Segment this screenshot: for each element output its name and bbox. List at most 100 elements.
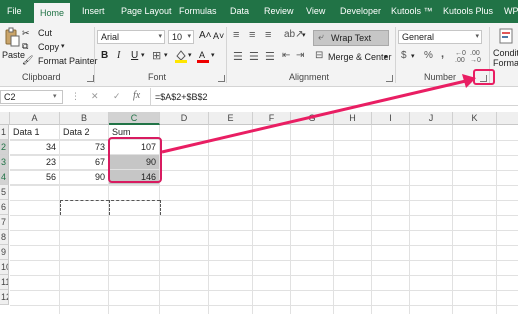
- name-box[interactable]: C2 ▾: [0, 90, 63, 104]
- font-launcher-icon[interactable]: [218, 75, 225, 82]
- orientation-icon[interactable]: ab↗: [284, 29, 304, 40]
- cell-a2[interactable]: 34: [10, 140, 60, 155]
- fill-color-icon[interactable]: [175, 49, 187, 63]
- row-header-5[interactable]: 5: [0, 185, 9, 200]
- align-left-icon[interactable]: ☰: [233, 50, 243, 63]
- row-header-1[interactable]: 1: [0, 125, 9, 140]
- cell-a3[interactable]: 23: [10, 155, 60, 170]
- currency-button[interactable]: $: [401, 50, 407, 61]
- tab-home[interactable]: Home: [34, 3, 71, 23]
- align-right-icon[interactable]: ☰: [265, 50, 275, 63]
- conditional-formatting-icon[interactable]: [499, 28, 513, 44]
- increase-indent-icon[interactable]: ⇥: [296, 50, 304, 61]
- alignment-launcher-icon[interactable]: [386, 75, 393, 82]
- paste-icon[interactable]: [4, 27, 20, 47]
- number-format-select[interactable]: General ▾: [398, 30, 482, 44]
- underline-button[interactable]: U: [131, 50, 138, 61]
- decrease-font-icon[interactable]: A˅: [213, 31, 224, 41]
- tab-page-layout[interactable]: Page Layout: [121, 0, 172, 23]
- column-header-i[interactable]: I: [372, 112, 410, 125]
- row-header-3[interactable]: 3: [0, 155, 9, 170]
- underline-dropdown-icon[interactable]: ▾: [141, 51, 145, 59]
- fill-dropdown-icon[interactable]: ▾: [188, 51, 192, 59]
- column-header-e[interactable]: E: [209, 112, 253, 125]
- row-header-11[interactable]: 11: [0, 275, 9, 290]
- row-header-12[interactable]: 12: [0, 290, 9, 305]
- increase-decimal-icon[interactable]: ←0.00: [455, 50, 466, 64]
- tab-data[interactable]: Data: [230, 0, 249, 23]
- tab-insert[interactable]: Insert: [82, 0, 105, 23]
- font-color-dropdown-icon[interactable]: ▾: [211, 51, 215, 59]
- percent-button[interactable]: %: [424, 50, 433, 61]
- conditional-formatting-button[interactable]: Conditi: [493, 48, 518, 58]
- column-header-g[interactable]: G: [291, 112, 334, 125]
- font-size-select[interactable]: 10 ▾: [168, 30, 194, 44]
- font-color-icon[interactable]: A: [197, 49, 209, 63]
- clipboard-launcher-icon[interactable]: [87, 75, 94, 82]
- select-all-corner[interactable]: [0, 112, 10, 125]
- page-break-line: [109, 200, 110, 215]
- bold-button[interactable]: B: [101, 50, 108, 61]
- cell-b4[interactable]: 90: [60, 170, 109, 185]
- column-header-h[interactable]: H: [334, 112, 372, 125]
- align-top-icon[interactable]: ≡: [233, 29, 239, 41]
- column-header-b[interactable]: B: [60, 112, 109, 125]
- cell-a4[interactable]: 56: [10, 170, 60, 185]
- cell-b1[interactable]: Data 2: [60, 125, 109, 140]
- column-header-c[interactable]: C: [109, 112, 160, 125]
- wrap-text-label: Wrap Text: [331, 33, 372, 43]
- tab-developer[interactable]: Developer: [340, 0, 381, 23]
- column-header-l[interactable]: [497, 112, 518, 125]
- font-name-select[interactable]: Arial ▾: [97, 30, 165, 44]
- enter-icon[interactable]: ✓: [113, 91, 121, 102]
- merge-center-icon[interactable]: ⊟: [315, 50, 323, 61]
- row-header-6[interactable]: 6: [0, 200, 9, 215]
- row-header-9[interactable]: 9: [0, 245, 9, 260]
- row-header-7[interactable]: 7: [0, 215, 9, 230]
- row-header-4[interactable]: 4: [0, 170, 9, 185]
- align-middle-icon[interactable]: ≡: [249, 29, 255, 41]
- wrap-text-button[interactable]: ⤶ Wrap Text: [313, 30, 389, 46]
- tab-formulas[interactable]: Formulas: [179, 0, 217, 23]
- align-center-icon[interactable]: ☰: [249, 50, 259, 63]
- insert-function-icon[interactable]: fx: [133, 90, 140, 101]
- column-header-a[interactable]: A: [10, 112, 60, 125]
- tab-review[interactable]: Review: [264, 0, 294, 23]
- column-header-f[interactable]: F: [253, 112, 291, 125]
- copy-dropdown-icon[interactable]: ▾: [61, 42, 65, 50]
- row-header-2[interactable]: 2: [0, 140, 9, 155]
- merge-center-button[interactable]: Merge & Center: [328, 52, 392, 62]
- cell-b2[interactable]: 73: [60, 140, 109, 155]
- borders-icon[interactable]: ⊞: [152, 49, 161, 62]
- align-bottom-icon[interactable]: ≡: [265, 29, 271, 41]
- borders-dropdown-icon[interactable]: ▾: [164, 51, 168, 59]
- wrap-text-icon: ⤶: [318, 32, 324, 43]
- copy-button[interactable]: Copy: [38, 42, 59, 52]
- column-header-j[interactable]: J: [410, 112, 453, 125]
- row-header-8[interactable]: 8: [0, 230, 9, 245]
- increase-font-icon[interactable]: A˄: [199, 30, 212, 41]
- tab-view[interactable]: View: [306, 0, 325, 23]
- merge-dropdown-icon[interactable]: ▾: [384, 53, 388, 61]
- tab-wps[interactable]: WPS: [504, 0, 518, 23]
- formula-input[interactable]: =$A$2+$B$2: [155, 92, 208, 102]
- format-painter-button[interactable]: Format Painter: [38, 56, 98, 66]
- decrease-decimal-icon[interactable]: .00 →0: [470, 50, 481, 64]
- orientation-dropdown-icon[interactable]: ▾: [302, 31, 306, 39]
- comma-button[interactable]: ,: [441, 48, 444, 60]
- font-name-value: Arial: [101, 32, 120, 42]
- cell-b3[interactable]: 67: [60, 155, 109, 170]
- tab-kutools[interactable]: Kutools ™: [391, 0, 433, 23]
- italic-button[interactable]: I: [117, 50, 120, 61]
- cut-button[interactable]: Cut: [38, 28, 52, 38]
- tab-file[interactable]: File: [7, 0, 22, 23]
- decrease-indent-icon[interactable]: ⇤: [282, 50, 290, 61]
- chevron-down-icon: ▾: [187, 33, 191, 40]
- row-header-10[interactable]: 10: [0, 260, 9, 275]
- cell-a1[interactable]: Data 1: [10, 125, 60, 140]
- column-header-d[interactable]: D: [160, 112, 209, 125]
- column-header-k[interactable]: K: [453, 112, 497, 125]
- currency-dropdown-icon[interactable]: ▾: [411, 52, 415, 60]
- tab-kutools-plus[interactable]: Kutools Plus: [443, 0, 493, 23]
- cancel-icon[interactable]: ✕: [91, 91, 99, 102]
